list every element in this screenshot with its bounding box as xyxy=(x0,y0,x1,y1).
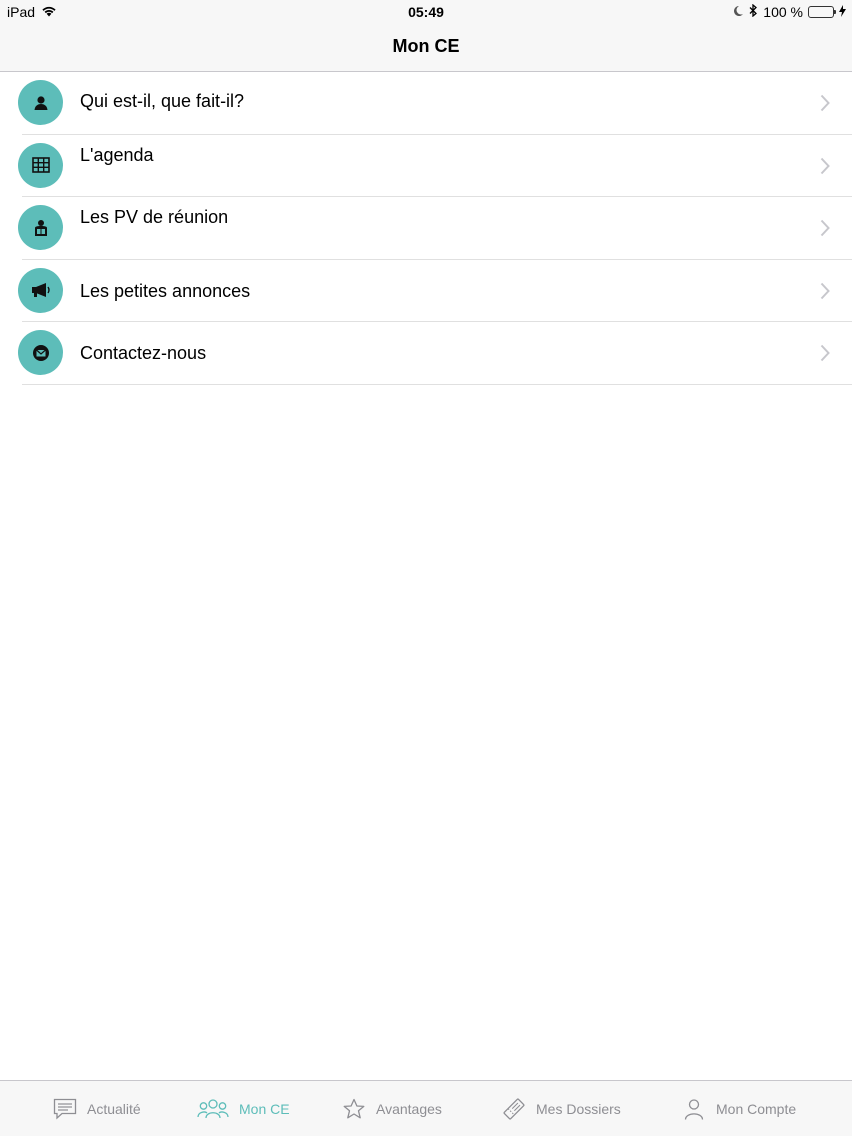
tab-mon-ce[interactable]: Mon CE xyxy=(197,1081,290,1136)
list-item-label: Les petites annonces xyxy=(80,280,251,301)
moon-icon xyxy=(733,4,744,20)
list-item-pv-reunion[interactable]: Les PV de réunion xyxy=(0,197,852,260)
list-item-petites-annonces[interactable]: Les petites annonces xyxy=(0,259,852,322)
screen: iPad 05:49 100 % Mon CE Qui est-il, que … xyxy=(0,0,852,1136)
chevron-right-icon xyxy=(820,344,830,362)
list-item-qui-est-il[interactable]: Qui est-il, que fait-il? xyxy=(0,72,852,135)
tab-mon-compte[interactable]: Mon Compte xyxy=(682,1081,796,1136)
calendar-grid-icon xyxy=(18,142,63,188)
tab-avantages[interactable]: Avantages xyxy=(342,1081,442,1136)
tab-label: Mon CE xyxy=(239,1101,290,1117)
tab-label: Actualité xyxy=(87,1101,141,1117)
tab-label: Mes Dossiers xyxy=(536,1101,621,1117)
list-item-label: Contactez-nous xyxy=(80,343,207,363)
battery-icon xyxy=(808,6,836,18)
page-title: Mon CE xyxy=(392,36,460,56)
envelope-icon xyxy=(18,330,63,375)
user-icon xyxy=(684,1099,704,1120)
chevron-right-icon xyxy=(820,157,830,174)
list-item-agenda[interactable]: L'agenda xyxy=(0,134,852,197)
charging-icon xyxy=(839,4,846,20)
star-icon xyxy=(343,1098,365,1119)
chevron-right-icon xyxy=(820,94,830,112)
status-right: 100 % xyxy=(733,3,846,20)
chevron-right-icon xyxy=(820,282,830,299)
ticket-icon xyxy=(503,1098,525,1120)
tab-bar: Actualité Mon CE Avantages Mes Dossiers … xyxy=(0,1080,852,1136)
list-item-label: Les PV de réunion xyxy=(80,207,229,227)
person-icon xyxy=(18,80,63,125)
navigation-bar: Mon CE xyxy=(0,24,852,72)
tab-actualite[interactable]: Actualité xyxy=(53,1081,141,1136)
list-item-contactez-nous[interactable]: Contactez-nous xyxy=(0,322,852,385)
group-icon xyxy=(197,1099,229,1119)
reading-person-icon xyxy=(18,205,63,250)
megaphone-icon xyxy=(18,267,63,313)
menu-list: Qui est-il, que fait-il? L'agenda Les PV… xyxy=(0,72,852,385)
tab-label: Avantages xyxy=(376,1101,442,1117)
status-bar: iPad 05:49 100 % xyxy=(0,0,852,24)
message-icon xyxy=(53,1098,77,1120)
bluetooth-icon xyxy=(749,3,758,20)
tab-label: Mon Compte xyxy=(716,1101,797,1117)
battery-percent: 100 % xyxy=(763,4,803,20)
tab-mes-dossiers[interactable]: Mes Dossiers xyxy=(502,1081,621,1136)
list-item-label: Qui est-il, que fait-il? xyxy=(80,91,245,111)
list-item-label: L'agenda xyxy=(80,144,154,165)
chevron-right-icon xyxy=(820,219,830,237)
status-time: 05:49 xyxy=(408,4,444,20)
